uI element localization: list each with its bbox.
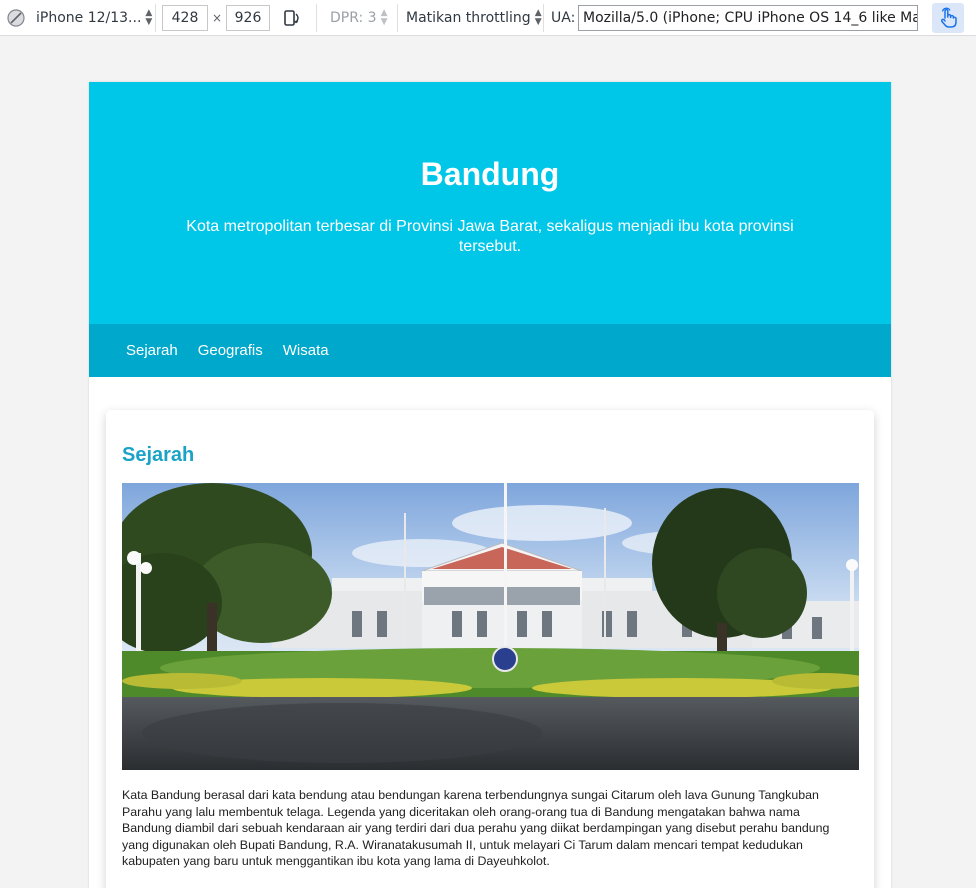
hero-header: Bandung Kota metropolitan terbesar di Pr… (89, 82, 891, 324)
ua-label-text: UA: (551, 10, 576, 26)
section-body: Kata Bandung berasal dari kata bendung a… (122, 788, 830, 869)
divider (316, 4, 317, 32)
times-text: × (212, 11, 223, 25)
touch-hand-icon (940, 7, 957, 28)
emulated-page: Bandung Kota metropolitan terbesar di Pr… (89, 82, 891, 888)
width-input[interactable]: 428 (162, 5, 208, 31)
device-mode-icon[interactable] (6, 0, 26, 36)
dpr-label: DPR: 3 (330, 10, 377, 26)
ua-label: UA: (551, 0, 575, 36)
main-nav: Sejarah Geografis Wisata (89, 324, 891, 377)
dpr-select[interactable]: DPR: 3 ▲ ▼ (330, 0, 388, 36)
nav-link-geografis[interactable]: Geografis (198, 342, 263, 359)
height-value: 926 (234, 10, 262, 26)
select-arrows-icon: ▲ ▼ (380, 8, 388, 27)
divider (543, 4, 544, 32)
user-agent-value: Mozilla/5.0 (iPhone; CPU iPhone OS 14_6 … (583, 10, 917, 26)
throttling-label: Matikan throttling (406, 10, 531, 26)
page-title: Bandung (420, 156, 560, 192)
device-select[interactable]: iPhone 12/13... ▲ ▼ (36, 0, 152, 36)
select-arrows-icon: ▲ ▼ (534, 8, 542, 27)
section-title: Sejarah (122, 444, 195, 466)
device-select-label: iPhone 12/13... (36, 10, 142, 26)
rotate-icon[interactable] (282, 0, 302, 36)
width-value: 428 (171, 10, 199, 26)
nav-link-sejarah[interactable]: Sejarah (126, 342, 178, 359)
divider (155, 4, 156, 32)
touch-toggle-button[interactable] (932, 3, 964, 33)
gedung-sate-photo (122, 483, 859, 770)
divider (397, 4, 398, 32)
page-subtitle: Kota metropolitan terbesar di Provinsi J… (186, 218, 794, 255)
times-sign: × (212, 0, 222, 36)
throttling-select[interactable]: Matikan throttling ▲ ▼ (406, 0, 542, 36)
sejarah-card: Sejarah Kata Bandung berasal dari kata b… (106, 410, 874, 888)
device-toolbar: iPhone 12/13... ▲ ▼ 428 × 926 DPR: 3 ▲ ▼ M… (0, 0, 976, 36)
user-agent-input[interactable]: Mozilla/5.0 (iPhone; CPU iPhone OS 14_6 … (578, 5, 918, 31)
nav-link-wisata[interactable]: Wisata (283, 342, 329, 359)
height-input[interactable]: 926 (226, 5, 270, 31)
select-arrows-icon: ▲ ▼ (145, 8, 153, 27)
